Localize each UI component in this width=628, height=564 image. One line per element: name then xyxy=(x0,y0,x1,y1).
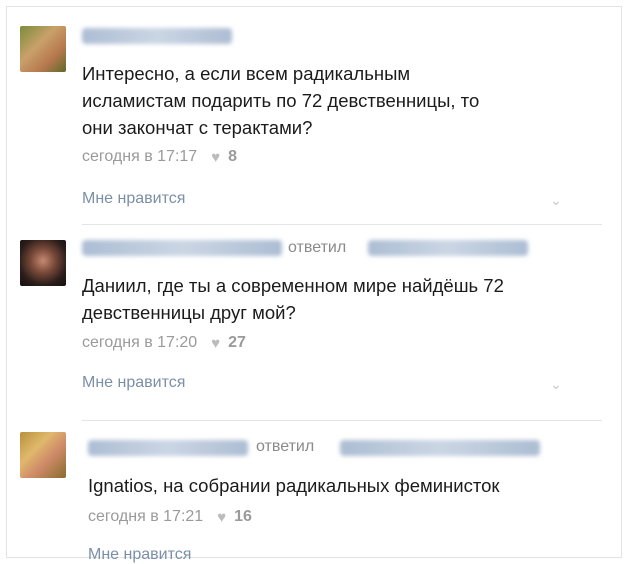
divider xyxy=(82,224,602,225)
timestamp[interactable]: сегодня в 17:21 xyxy=(88,508,203,526)
author-name[interactable] xyxy=(82,28,232,44)
chevron-down-icon[interactable]: ⌄ xyxy=(550,192,562,209)
like-count: 8 xyxy=(228,148,238,165)
heart-icon[interactable]: ♥ xyxy=(211,149,220,166)
comment-text: Даниил, где ты а современном мире найдёш… xyxy=(82,275,504,323)
reply-target-name[interactable] xyxy=(340,440,540,456)
heart-icon[interactable]: ♥ xyxy=(211,335,220,352)
divider xyxy=(82,420,602,421)
comment-text: Интересно, а если всем радикальным ислам… xyxy=(82,63,480,138)
like-button[interactable]: Мне нравится xyxy=(82,190,185,208)
like-button[interactable]: Мне нравится xyxy=(82,374,185,392)
author-name[interactable] xyxy=(82,240,282,256)
comment-meta: сегодня в 17:21 ♥ 16 xyxy=(88,508,252,526)
heart-icon[interactable]: ♥ xyxy=(217,509,226,526)
like-button[interactable]: Мне нравится xyxy=(88,546,191,564)
avatar[interactable] xyxy=(20,240,66,286)
like-count: 27 xyxy=(228,334,246,351)
avatar[interactable] xyxy=(20,26,66,72)
avatar[interactable] xyxy=(20,432,66,478)
reply-label: ответил xyxy=(288,239,347,256)
chevron-down-icon[interactable]: ⌄ xyxy=(550,376,562,393)
comment-meta: сегодня в 17:20 ♥ 27 xyxy=(82,334,246,352)
reply-label: ответил xyxy=(256,438,315,455)
reply-target-name[interactable] xyxy=(368,240,528,256)
author-name[interactable] xyxy=(88,440,248,456)
timestamp[interactable]: сегодня в 17:17 xyxy=(82,148,197,166)
like-count: 16 xyxy=(234,508,252,525)
comment-meta: сегодня в 17:17 ♥ 8 xyxy=(82,148,237,166)
comment-text: Ignatios, на собрании радикальных фемини… xyxy=(88,475,500,496)
timestamp[interactable]: сегодня в 17:20 xyxy=(82,334,197,352)
